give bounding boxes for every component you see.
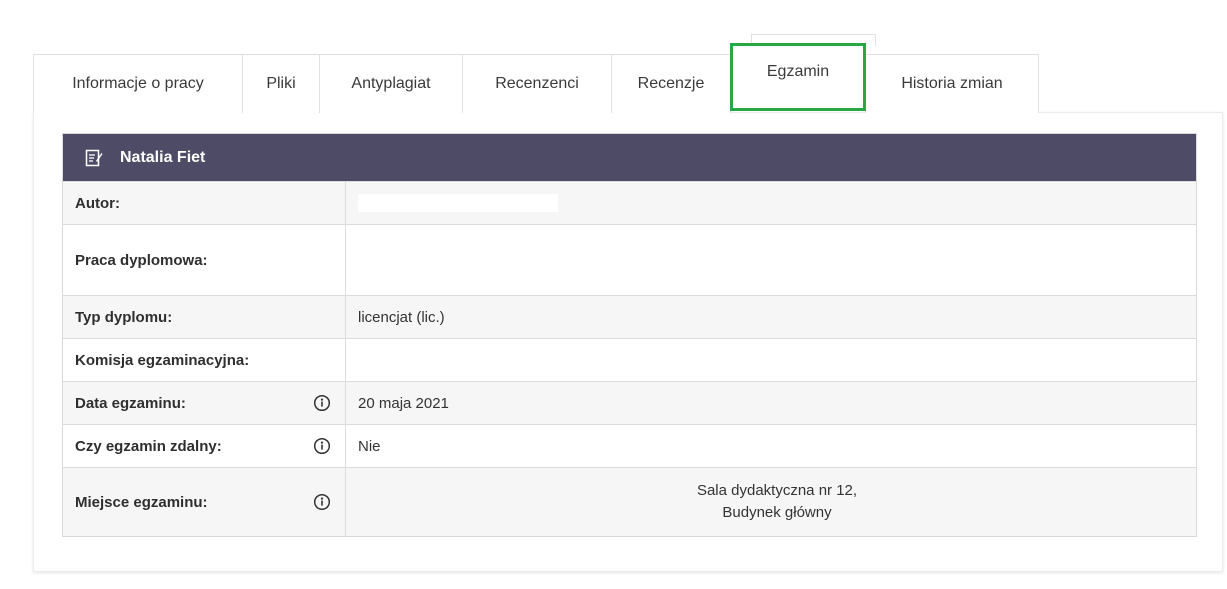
- row-label-with-info: Czy egzamin zdalny:: [63, 425, 346, 467]
- place-line-2: Budynek główny: [722, 504, 832, 521]
- row-czy-egzamin-zdalny: Czy egzamin zdalny: Nie: [63, 424, 1196, 467]
- row-value-komisja: [346, 339, 1196, 381]
- tab-egzamin[interactable]: Egzamin: [730, 43, 866, 111]
- place-line-1: Sala dydaktyczna nr 12,: [696, 482, 858, 499]
- info-icon[interactable]: [313, 493, 331, 511]
- row-praca-dyplomowa: Praca dyplomowa:: [63, 224, 1196, 295]
- card-header: Natalia Fiet: [63, 134, 1196, 181]
- row-data-egzaminu: Data egzaminu: 20 maja 2021: [63, 381, 1196, 424]
- exam-date: 20 maja 2021: [358, 394, 449, 412]
- row-label: Komisja egzaminacyjna:: [63, 339, 346, 381]
- row-value-typ: licencjat (lic.): [358, 308, 445, 326]
- row-value-zdalny: Nie: [358, 437, 381, 455]
- row-label: Autor:: [63, 182, 346, 224]
- info-icon[interactable]: [313, 394, 331, 412]
- row-value-miejsce: Sala dydaktyczna nr 12, Budynek główny: [346, 468, 1196, 536]
- row-label: Typ dyplomu:: [63, 296, 346, 338]
- tab-informacje-o-pracy[interactable]: Informacje o pracy: [33, 54, 243, 113]
- row-value-data: 20 maja 2021: [346, 382, 1196, 424]
- tab-recenzenci[interactable]: Recenzenci: [462, 54, 612, 113]
- row-label-with-info: Miejsce egzaminu:: [63, 468, 346, 536]
- row-komisja: Komisja egzaminacyjna:: [63, 338, 1196, 381]
- row-miejsce-egzaminu: Miejsce egzaminu: Sala dydaktyczna nr 12…: [63, 467, 1196, 536]
- details-table: Autor: Praca dyplomowa: Typ dyplomu: lic…: [63, 181, 1196, 536]
- tab-recenzje[interactable]: Recenzje: [611, 54, 731, 113]
- tab-bar: Informacje o pracy Pliki Antyplagiat Rec…: [33, 43, 1039, 113]
- row-label: Data egzaminu:: [75, 394, 186, 412]
- tab-antyplagiat[interactable]: Antyplagiat: [319, 54, 463, 113]
- row-label: Miejsce egzaminu:: [75, 493, 208, 511]
- tab-historia-zmian[interactable]: Historia zmian: [865, 54, 1039, 113]
- row-autor: Autor:: [63, 181, 1196, 224]
- row-label: Czy egzamin zdalny:: [75, 437, 222, 455]
- redacted-value: [358, 194, 558, 212]
- tab-pliki[interactable]: Pliki: [242, 54, 320, 113]
- info-icon[interactable]: [313, 437, 331, 455]
- row-value-praca: [346, 225, 1196, 295]
- edit-note-icon: [85, 149, 103, 167]
- row-value-autor: [346, 182, 1196, 224]
- row-typ-dyplomu: Typ dyplomu: licencjat (lic.): [63, 295, 1196, 338]
- row-label: Praca dyplomowa:: [63, 225, 346, 295]
- row-label-with-info: Data egzaminu:: [63, 382, 346, 424]
- exam-details-card: Natalia Fiet Autor: Praca dyplomowa: Typ…: [62, 133, 1197, 537]
- card-title: Natalia Fiet: [120, 148, 206, 166]
